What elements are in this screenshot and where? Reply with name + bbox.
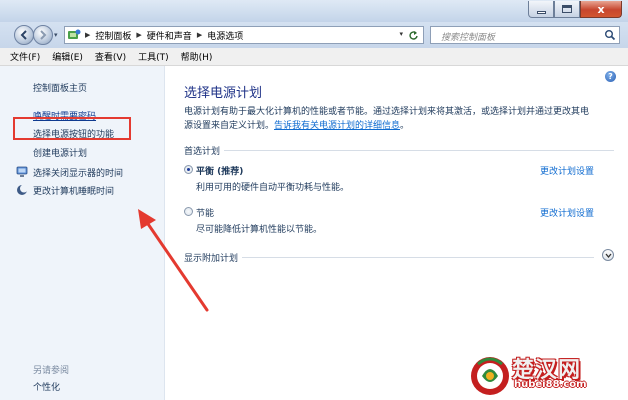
address-bar: ▾ ▶ 控制面板 ▶ 硬件和声音 ▶ 电源选项 ▾ 搜索控制面板 [0, 22, 628, 48]
expand-button[interactable] [602, 249, 614, 261]
search-icon[interactable] [604, 29, 616, 44]
breadcrumb-separator-icon: ▶ [136, 31, 142, 39]
breadcrumb-power-options[interactable]: 电源选项 [204, 29, 246, 42]
plan-power-saver[interactable]: 节能 [184, 206, 215, 219]
plan-power-saver-desc: 尽可能降低计算机性能以节能。 [196, 225, 323, 235]
back-arrow-icon [20, 30, 27, 40]
menu-bar: 文件(F) 编辑(E) 查看(V) 工具(T) 帮助(H) [0, 48, 628, 66]
page-title: 选择电源计划 [184, 86, 263, 101]
minimize-button[interactable] [528, 1, 554, 18]
description-line-1: 电源计划有助于最大化计算机的性能或者节能。通过选择计划来将其激活，或选择计划并通… [184, 107, 590, 117]
power-plan-info-link[interactable]: 告诉我有关电源计划的详细信息 [274, 121, 400, 131]
see-also-heading: 另请参阅 [33, 366, 70, 376]
menu-help[interactable]: 帮助(H) [181, 50, 213, 63]
personalize-link[interactable]: 个性化 [33, 380, 60, 393]
create-power-plan-link[interactable]: 创建电源计划 [33, 146, 87, 159]
refresh-icon [408, 30, 418, 40]
forward-arrow-icon [40, 30, 47, 40]
description-end: 。 [400, 121, 410, 131]
refresh-button[interactable] [405, 28, 421, 42]
maximize-icon [562, 5, 572, 13]
chevron-down-icon [605, 253, 611, 258]
menu-file[interactable]: 文件(F) [10, 50, 40, 63]
plan-balanced-name: 平衡 (推荐) [196, 167, 244, 177]
page-description: 电源计划有助于最大化计算机的性能或者节能。通过选择计划来将其激活，或选择计划并通… [184, 105, 609, 133]
group-divider [184, 150, 614, 151]
additional-plans-group[interactable]: 显示附加计划 [184, 251, 594, 264]
help-icon[interactable]: ? [605, 71, 616, 82]
window-controls: x [528, 1, 622, 18]
close-icon: x [597, 2, 605, 16]
breadcrumb-separator-icon: ▶ [196, 31, 203, 39]
maximize-button[interactable] [554, 1, 580, 18]
moon-icon [17, 184, 28, 195]
watermark-logo: 楚汉网 hubei88.com [468, 352, 628, 400]
main-pane: ? 选择电源计划 电源计划有助于最大化计算机的性能或者节能。通过选择计划来将其激… [166, 66, 628, 400]
breadcrumb-hardware-sound[interactable]: 硬件和声音 [144, 29, 195, 42]
back-button[interactable] [14, 25, 34, 45]
title-bar: x [0, 0, 628, 22]
recent-pages-chevron-icon[interactable]: ▾ [54, 31, 58, 39]
preferred-plans-label: 首选计划 [184, 144, 225, 157]
control-panel-icon [65, 27, 83, 43]
display-off-time-link[interactable]: 选择关闭显示器的时间 [33, 166, 123, 179]
show-additional-plans-label[interactable]: 显示附加计划 [184, 251, 243, 264]
forward-button[interactable] [33, 25, 53, 45]
menu-tools[interactable]: 工具(T) [138, 50, 169, 63]
plan-balanced[interactable]: 平衡 (推荐) [184, 164, 244, 177]
preferred-plans-group: 首选计划 [184, 144, 614, 157]
control-panel-home-link[interactable]: 控制面板主页 [33, 81, 87, 94]
description-line-2: 源设置来自定义计划。 [184, 121, 275, 131]
balanced-change-settings-link[interactable]: 更改计划设置 [540, 164, 594, 177]
plan-balanced-desc: 利用可用的硬件自动平衡功耗与性能。 [196, 183, 350, 193]
power-saver-change-settings-link[interactable]: 更改计划设置 [540, 206, 594, 219]
breadcrumb[interactable]: ▶ 控制面板 ▶ 硬件和声音 ▶ 电源选项 ▾ [64, 26, 424, 44]
watermark-emblem-icon [471, 357, 509, 395]
menu-edit[interactable]: 编辑(E) [52, 50, 83, 63]
breadcrumb-control-panel[interactable]: 控制面板 [92, 29, 134, 42]
watermark-url: hubei88.com [514, 379, 587, 390]
group-divider [184, 257, 594, 258]
minimize-icon [536, 10, 546, 14]
breadcrumb-separator-icon: ▶ [85, 31, 91, 39]
change-sleep-time-link[interactable]: 更改计算机睡眠时间 [33, 184, 114, 197]
address-dropdown-icon[interactable]: ▾ [399, 30, 403, 38]
search-placeholder: 搜索控制面板 [441, 33, 496, 43]
radio-power-saver[interactable] [184, 207, 193, 216]
menu-view[interactable]: 查看(V) [95, 50, 126, 63]
search-input[interactable]: 搜索控制面板 [430, 26, 620, 44]
plan-power-saver-name: 节能 [196, 209, 215, 219]
close-button[interactable]: x [580, 1, 622, 18]
monitor-icon [16, 166, 28, 177]
highlight-box [13, 117, 131, 140]
radio-balanced-selected[interactable] [184, 165, 193, 174]
